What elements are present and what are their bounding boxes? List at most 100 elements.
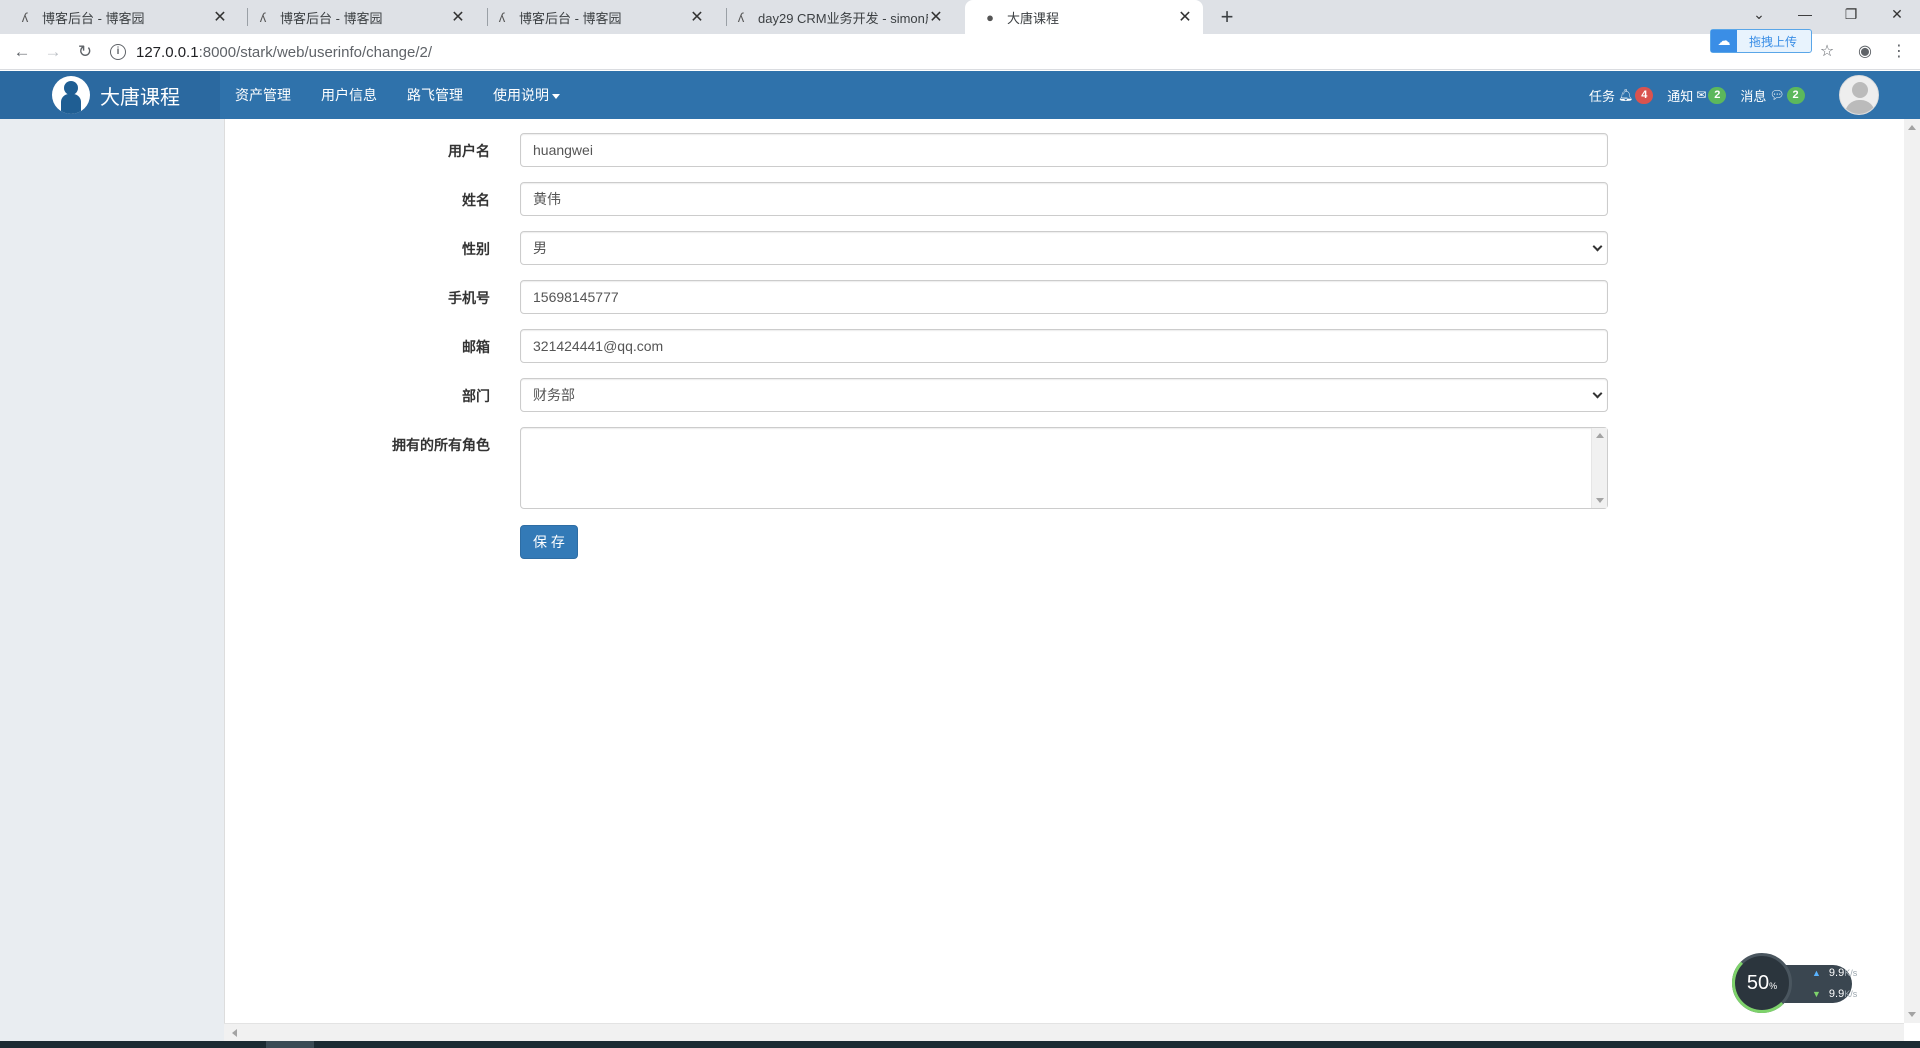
cloud-icon: ☁ [1711, 30, 1737, 52]
menu-item-luffy[interactable]: 路飞管理 [392, 71, 478, 119]
taskbar-item[interactable] [266, 1041, 314, 1048]
browser-tab[interactable]: ʎ 博客后台 - 博客园 ✕ [0, 0, 238, 34]
close-icon[interactable]: ✕ [212, 7, 228, 27]
menu-item-assets[interactable]: 资产管理 [220, 71, 306, 119]
scroll-down-icon[interactable] [1908, 1012, 1916, 1017]
new-tab-button[interactable]: + [1214, 4, 1240, 30]
chevron-down-icon [1592, 388, 1603, 399]
cnblogs-icon: ʎ [737, 9, 745, 25]
close-icon[interactable]: ✕ [928, 7, 944, 27]
cnblogs-icon: ʎ [498, 9, 506, 25]
nav-tasks[interactable]: 任务 🔔︎ 4 [1589, 86, 1654, 105]
close-icon[interactable]: ✕ [450, 7, 466, 27]
menu-item-user-info[interactable]: 用户信息 [306, 71, 392, 119]
browser-tab[interactable]: ʎ day29 CRM业务开发 - simon成 ✕ [716, 0, 954, 34]
browser-tabstrip: ʎ 博客后台 - 博客园 ✕ ʎ 博客后台 - 博客园 ✕ ʎ 博客后台 - 博… [0, 0, 1920, 34]
usage-arc [1732, 953, 1792, 1013]
nav-messages-label: 消息 [1740, 88, 1767, 104]
bell-icon: 🔔︎ [1618, 88, 1634, 102]
url-path: :8000/stark/web/userinfo/change/2/ [198, 43, 433, 61]
nav-notices[interactable]: 通知 ✉ 2 [1667, 86, 1727, 105]
scroll-left-icon[interactable] [232, 1029, 237, 1037]
brand[interactable]: 大唐课程 [0, 71, 220, 119]
brand-title: 大唐课程 [100, 86, 180, 109]
notices-count-badge: 2 [1708, 86, 1727, 104]
download-speed-value: 9.9 [1828, 988, 1845, 1000]
download-speed-unit: K/s [1844, 989, 1858, 999]
close-icon[interactable]: ✕ [1177, 7, 1193, 27]
tab-title: 博客后台 - 博客园 [42, 10, 145, 26]
scroll-up-icon[interactable] [1596, 433, 1604, 438]
browser-menu-icon[interactable]: ⋮ [1887, 40, 1911, 64]
forward-icon[interactable]: → [41, 40, 65, 64]
comment-icon: 💬︎ [1769, 88, 1785, 102]
username-input[interactable]: huangwei [520, 133, 1608, 167]
window-close-icon[interactable]: ✕ [1874, 0, 1920, 30]
upload-arrow-icon: ▲ [1812, 968, 1821, 978]
nav-messages[interactable]: 消息 💬︎ 2 [1740, 86, 1805, 105]
browser-tab[interactable]: ʎ 博客后台 - 博客园 ✕ [238, 0, 476, 34]
save-button[interactable]: 保 存 [520, 525, 578, 559]
app-navbar: 大唐课程 资产管理 用户信息 路飞管理 使用说明 任务 🔔︎ 4 通知 ✉ 2 … [0, 71, 1920, 119]
main-menu: 资产管理 用户信息 路飞管理 使用说明 [220, 71, 575, 119]
upload-speed-unit: K/s [1844, 968, 1858, 978]
user-avatar[interactable] [1839, 75, 1879, 115]
sidebar [0, 119, 224, 1041]
close-icon[interactable]: ✕ [689, 7, 705, 27]
browser-toolbar: ← → ↻ i 127.0.0.1:8000/stark/web/userinf… [0, 34, 1920, 70]
gender-label: 性别 [462, 241, 490, 257]
phone-input[interactable]: 15698145777 [520, 280, 1608, 314]
cpu-usage-ring: 50% [1732, 953, 1792, 1013]
scroll-up-icon[interactable] [1908, 125, 1916, 130]
menu-item-help[interactable]: 使用说明 [478, 71, 575, 119]
tab-search-icon[interactable]: ⌄ [1736, 0, 1782, 30]
gender-select[interactable]: 男 [520, 231, 1608, 265]
messages-count-badge: 2 [1786, 86, 1805, 104]
nav-notices-label: 通知 [1667, 88, 1694, 104]
upload-extension-button[interactable]: ☁ 拖拽上传 [1710, 29, 1812, 53]
gender-selected-value: 男 [533, 240, 547, 256]
brand-logo-icon [52, 76, 90, 114]
upload-speed: ▲ 9.9K/s [1812, 967, 1857, 979]
name-input[interactable]: 黄伟 [520, 182, 1608, 216]
address-bar[interactable]: i 127.0.0.1:8000/stark/web/userinfo/chan… [110, 39, 1810, 65]
reload-icon[interactable]: ↻ [73, 40, 97, 64]
download-arrow-icon: ▼ [1812, 989, 1821, 999]
page-vertical-scrollbar[interactable] [1904, 119, 1920, 1023]
tasks-count-badge: 4 [1635, 86, 1654, 104]
department-label: 部门 [462, 388, 490, 404]
browser-tab[interactable]: ʎ 博客后台 - 博客园 ✕ [477, 0, 715, 34]
department-selected-value: 财务部 [533, 387, 575, 403]
scroll-down-icon[interactable] [1596, 498, 1604, 503]
roles-label: 拥有的所有角色 [392, 437, 490, 453]
roles-scrollbar[interactable] [1591, 428, 1607, 508]
bookmark-star-icon[interactable]: ☆ [1815, 40, 1839, 64]
profile-icon[interactable]: ◉ [1853, 40, 1877, 64]
network-speed-widget[interactable]: 50% ▲ 9.9K/s ▼ 9.9K/s [1732, 953, 1857, 1015]
department-select[interactable]: 财务部 [520, 378, 1608, 412]
back-icon[interactable]: ← [10, 40, 34, 64]
info-icon[interactable]: i [110, 44, 126, 60]
url-host: 127.0.0.1 [136, 43, 199, 61]
email-label: 邮箱 [462, 339, 490, 355]
site-logo-icon: ● [986, 9, 994, 25]
chevron-down-icon [1592, 241, 1603, 252]
restore-icon[interactable]: ❐ [1828, 0, 1874, 30]
menu-item-help-label: 使用说明 [493, 87, 549, 103]
page-horizontal-scrollbar[interactable] [224, 1023, 1904, 1041]
navbar-notifications: 任务 🔔︎ 4 通知 ✉ 2 消息 💬︎ 2 [1589, 71, 1819, 119]
username-label: 用户名 [448, 143, 490, 159]
tab-title: 博客后台 - 博客园 [280, 10, 383, 26]
os-taskbar [0, 1041, 1920, 1048]
upload-label: 拖拽上传 [1749, 34, 1798, 49]
minimize-icon[interactable]: — [1782, 0, 1828, 30]
cnblogs-icon: ʎ [259, 9, 267, 25]
tab-title: 大唐课程 [1007, 10, 1060, 26]
upload-speed-value: 9.9 [1828, 967, 1845, 979]
email-input[interactable]: 321424441@qq.com [520, 329, 1608, 363]
caret-down-icon [552, 93, 560, 99]
roles-multiselect[interactable] [520, 427, 1608, 509]
browser-tab-active[interactable]: ● 大唐课程 ✕ [965, 0, 1203, 34]
download-speed: ▼ 9.9K/s [1812, 988, 1857, 1000]
phone-label: 手机号 [448, 290, 490, 306]
